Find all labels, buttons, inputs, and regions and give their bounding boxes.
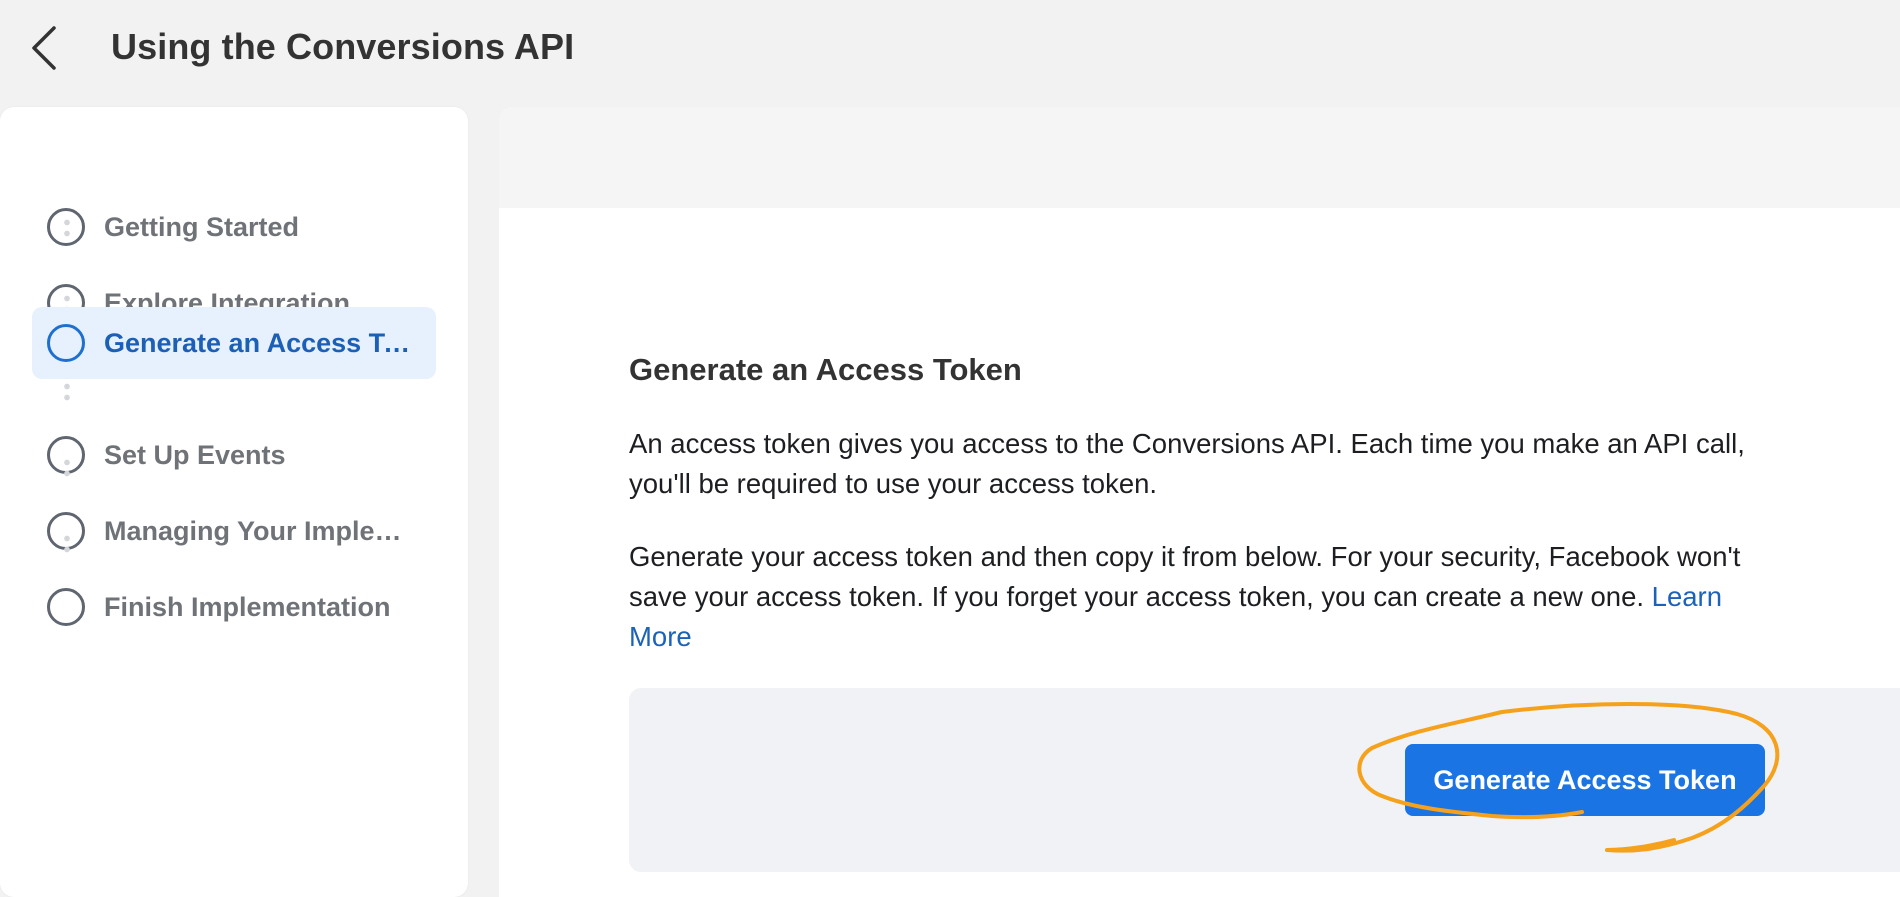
- steps-sidebar: Getting Started Explore Integration Gene…: [0, 107, 468, 897]
- step-label: Generate an Access To…: [104, 327, 422, 358]
- page-title: Using the Conversions API: [111, 26, 575, 67]
- step-generate-access-token[interactable]: Generate an Access To…: [32, 307, 436, 379]
- step-circle-icon: [47, 324, 85, 362]
- security-paragraph: Generate your access token and then copy…: [629, 537, 1759, 657]
- step-getting-started[interactable]: Getting Started: [32, 191, 436, 263]
- security-paragraph-text: Generate your access token and then copy…: [629, 541, 1741, 612]
- step-label: Getting Started: [104, 211, 300, 242]
- step-finish-implementation[interactable]: Finish Implementation: [32, 571, 436, 643]
- intro-paragraph: An access token gives you access to the …: [629, 428, 1745, 499]
- page-header: Using the Conversions API: [0, 0, 1900, 96]
- step-label: Finish Implementation: [104, 591, 391, 622]
- step-label: Managing Your Implem…: [104, 515, 422, 546]
- step-circle-icon: [47, 588, 85, 626]
- step-label: Set Up Events: [104, 439, 286, 470]
- step-connector: [64, 533, 70, 555]
- step-connector: [64, 381, 70, 403]
- generate-access-token-button[interactable]: Generate Access Token: [1405, 744, 1765, 816]
- main-top-bar: [499, 107, 1900, 208]
- back-button[interactable]: [24, 22, 64, 74]
- step-connector: [64, 457, 70, 479]
- step-managing-implementation[interactable]: Managing Your Implem…: [32, 495, 436, 567]
- step-connector: [64, 217, 70, 239]
- chevron-left-icon: [32, 26, 56, 70]
- step-set-up-events[interactable]: Set Up Events: [32, 419, 436, 491]
- section-title: Generate an Access Token: [629, 352, 1022, 387]
